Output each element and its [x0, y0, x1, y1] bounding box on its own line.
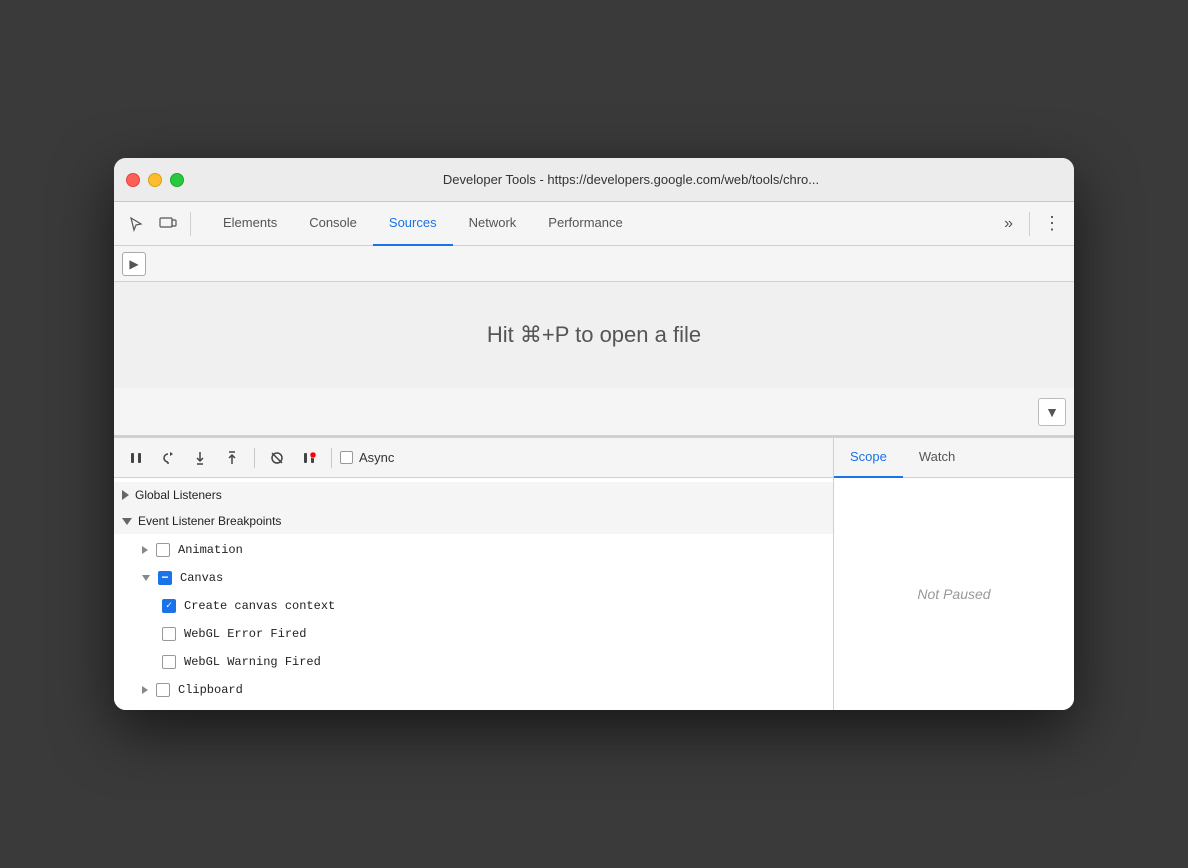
pause-button[interactable]	[122, 444, 150, 472]
step-out-button[interactable]	[218, 444, 246, 472]
canvas-item[interactable]: − Canvas	[114, 564, 833, 592]
file-hint-text: Hit ⌘+P to open a file	[487, 322, 701, 348]
main-toolbar: Elements Console Sources Network Perform…	[114, 202, 1074, 246]
event-listener-section: Event Listener Breakpoints Animation	[114, 508, 833, 706]
pause-on-exception-button[interactable]	[295, 444, 323, 472]
create-canvas-context-checkbox[interactable]: ✓	[162, 599, 176, 613]
not-paused-text: Not Paused	[917, 586, 990, 602]
tab-elements[interactable]: Elements	[207, 202, 293, 246]
maximize-button[interactable]	[170, 173, 184, 187]
scope-content: Not Paused	[834, 478, 1074, 710]
canvas-checkbox[interactable]: −	[158, 571, 172, 585]
debug-divider-2	[331, 448, 332, 468]
webgl-error-fired-label: WebGL Error Fired	[184, 627, 306, 641]
toolbar-divider-2	[1029, 212, 1030, 236]
tab-performance[interactable]: Performance	[532, 202, 638, 246]
close-button[interactable]	[126, 173, 140, 187]
devtools-window: Developer Tools - https://developers.goo…	[114, 158, 1074, 710]
async-checkbox-label[interactable]: Async	[340, 450, 394, 465]
title-bar: Developer Tools - https://developers.goo…	[114, 158, 1074, 202]
animation-toggle-icon	[142, 546, 148, 554]
event-listener-header[interactable]: Event Listener Breakpoints	[114, 508, 833, 534]
event-listener-title: Event Listener Breakpoints	[138, 514, 281, 528]
global-listeners-title: Global Listeners	[135, 488, 222, 502]
webgl-warning-fired-label: WebGL Warning Fired	[184, 655, 321, 669]
webgl-warning-fired-item[interactable]: WebGL Warning Fired	[114, 648, 833, 676]
main-tabs: Elements Console Sources Network Perform…	[207, 202, 992, 246]
minimize-button[interactable]	[148, 173, 162, 187]
animation-checkbox[interactable]	[156, 543, 170, 557]
expand-icon	[122, 518, 132, 525]
download-area: ▼	[114, 388, 1074, 436]
deactivate-breakpoints-button[interactable]	[263, 444, 291, 472]
global-listeners-section: Global Listeners	[114, 482, 833, 508]
traffic-lights	[126, 173, 184, 187]
collapse-icon	[122, 490, 129, 500]
create-canvas-context-label: Create canvas context	[184, 599, 335, 613]
toggle-sidebar-icon: ▶	[129, 257, 138, 271]
async-label-text: Async	[359, 450, 394, 465]
step-over-button[interactable]	[154, 444, 182, 472]
create-canvas-context-item[interactable]: ✓ Create canvas context	[114, 592, 833, 620]
sources-panel: ▶ Hit ⌘+P to open a file ▼	[114, 246, 1074, 437]
global-listeners-header[interactable]: Global Listeners	[114, 482, 833, 508]
window-title: Developer Tools - https://developers.goo…	[200, 172, 1062, 187]
more-tabs-button[interactable]: »	[996, 215, 1021, 233]
debug-divider	[254, 448, 255, 468]
main-content: ▶ Hit ⌘+P to open a file ▼	[114, 246, 1074, 710]
step-into-button[interactable]	[186, 444, 214, 472]
sources-header: ▶	[114, 246, 1074, 282]
animation-item[interactable]: Animation	[114, 536, 833, 564]
right-panel: Scope Watch Not Paused	[834, 438, 1074, 710]
breakpoints-list: Global Listeners Event Listener Breakpoi…	[114, 478, 833, 710]
canvas-toggle-icon	[142, 575, 150, 581]
right-panel-tabs: Scope Watch	[834, 438, 1074, 478]
webgl-warning-fired-checkbox[interactable]	[162, 655, 176, 669]
tab-console[interactable]: Console	[293, 202, 373, 246]
async-checkbox[interactable]	[340, 451, 353, 464]
tab-sources[interactable]: Sources	[373, 202, 453, 246]
download-button[interactable]: ▼	[1038, 398, 1066, 426]
event-listener-items: Animation − Canvas	[114, 534, 833, 706]
devtools-menu-button[interactable]: ⋮	[1038, 210, 1066, 238]
file-hint-area: Hit ⌘+P to open a file	[114, 282, 1074, 388]
inspect-icon[interactable]	[122, 210, 150, 238]
toolbar-divider-1	[190, 212, 191, 236]
canvas-label: Canvas	[180, 571, 223, 585]
device-toggle-icon[interactable]	[154, 210, 182, 238]
debugger-toolbar: Async	[114, 438, 833, 478]
scope-tab[interactable]: Scope	[834, 438, 903, 478]
animation-label: Animation	[178, 543, 243, 557]
clipboard-toggle-icon	[142, 686, 148, 694]
bottom-section: Async Global Listeners	[114, 437, 1074, 710]
tab-network[interactable]: Network	[453, 202, 533, 246]
watch-tab[interactable]: Watch	[903, 438, 971, 478]
download-icon: ▼	[1045, 404, 1059, 420]
clipboard-item[interactable]: Clipboard	[114, 676, 833, 704]
clipboard-label: Clipboard	[178, 683, 243, 697]
webgl-error-fired-item[interactable]: WebGL Error Fired	[114, 620, 833, 648]
webgl-error-fired-checkbox[interactable]	[162, 627, 176, 641]
toggle-sidebar-button[interactable]: ▶	[122, 252, 146, 276]
clipboard-checkbox[interactable]	[156, 683, 170, 697]
debugger-panel: Async Global Listeners	[114, 438, 834, 710]
